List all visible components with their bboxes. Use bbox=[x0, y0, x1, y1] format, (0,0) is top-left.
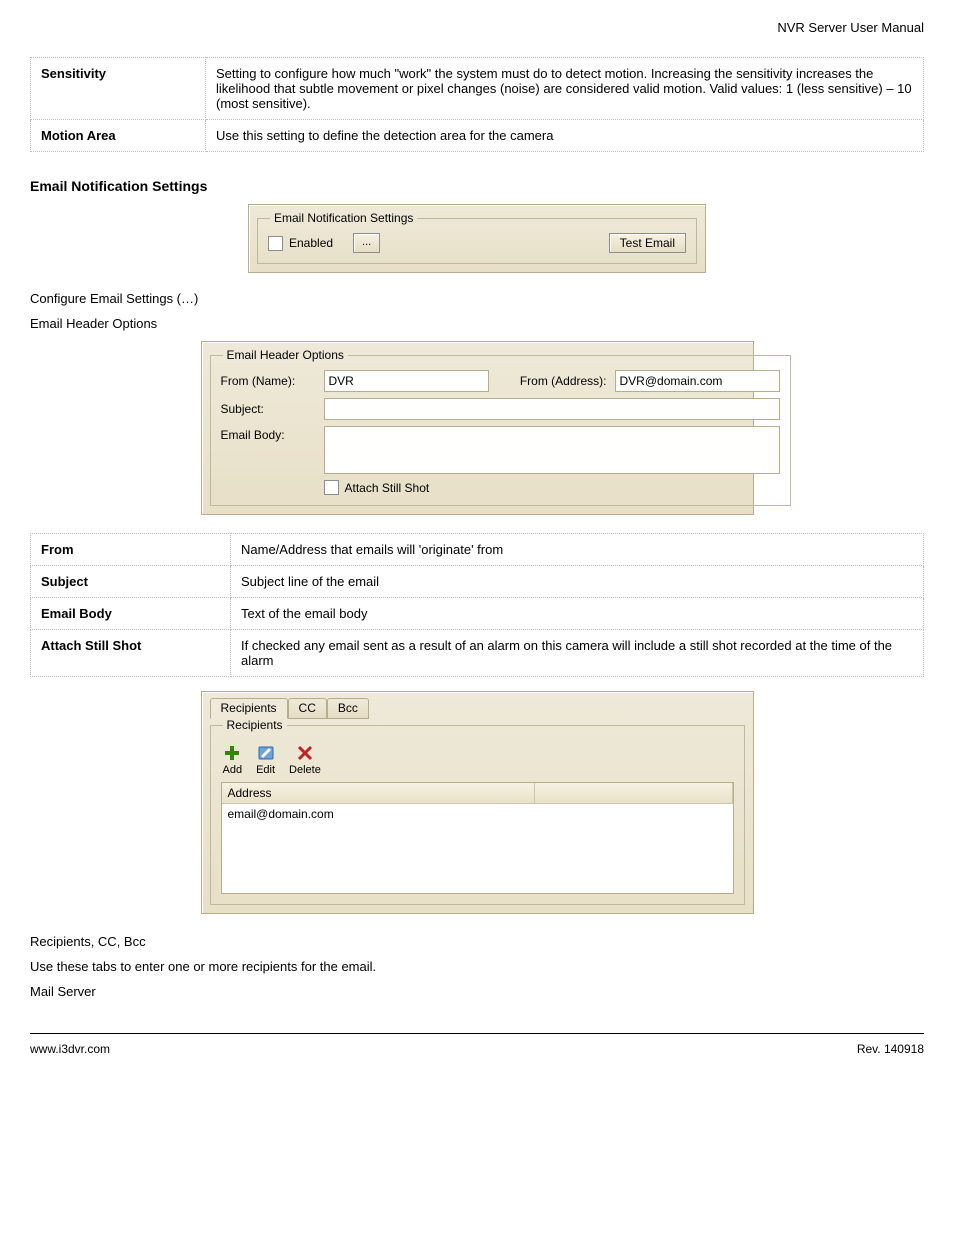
row-desc: Text of the email body bbox=[231, 598, 924, 630]
table-row: Sensitivity Setting to configure how muc… bbox=[31, 58, 924, 120]
from-address-input[interactable] bbox=[615, 370, 780, 392]
recipients-description: Use these tabs to enter one or more reci… bbox=[30, 959, 924, 974]
footer-left: www.i3dvr.com bbox=[30, 1042, 110, 1056]
row-label: Sensitivity bbox=[31, 58, 206, 120]
table-row: Motion Area Use this setting to define t… bbox=[31, 120, 924, 152]
settings-table-1: Sensitivity Setting to configure how muc… bbox=[30, 57, 924, 152]
from-name-label: From (Name): bbox=[221, 374, 316, 388]
fieldset-legend: Email Notification Settings bbox=[270, 211, 417, 225]
page-footer: www.i3dvr.com Rev. 140918 bbox=[30, 1042, 924, 1056]
configure-email-button[interactable]: ... bbox=[353, 233, 380, 253]
page-rule bbox=[30, 1033, 924, 1034]
from-address-label: From (Address): bbox=[497, 374, 607, 388]
row-label: Email Body bbox=[31, 598, 231, 630]
enabled-checkbox[interactable] bbox=[268, 236, 283, 251]
row-desc: Setting to configure how much "work" the… bbox=[206, 58, 924, 120]
table-row: From Name/Address that emails will 'orig… bbox=[31, 534, 924, 566]
recipients-list[interactable]: Address email@domain.com bbox=[221, 782, 734, 894]
row-desc: Name/Address that emails will 'originate… bbox=[231, 534, 924, 566]
recipients-panel: Recipients CC Bcc Recipients Add Edit bbox=[201, 691, 754, 914]
email-notify-panel: Email Notification Settings Enabled ... … bbox=[248, 204, 706, 273]
settings-table-2: From Name/Address that emails will 'orig… bbox=[30, 533, 924, 677]
row-desc: Use this setting to define the detection… bbox=[206, 120, 924, 152]
test-email-button[interactable]: Test Email bbox=[609, 233, 686, 253]
email-body-label: Email Body: bbox=[221, 426, 316, 442]
row-label: Motion Area bbox=[31, 120, 206, 152]
recipients-heading: Recipients, CC, Bcc bbox=[30, 934, 924, 949]
section-header-options: Email Header Options bbox=[30, 316, 924, 331]
attach-still-shot-checkbox[interactable] bbox=[324, 480, 339, 495]
plus-icon bbox=[223, 744, 241, 762]
subject-label: Subject: bbox=[221, 402, 316, 416]
table-row: Attach Still Shot If checked any email s… bbox=[31, 630, 924, 677]
subject-input[interactable] bbox=[324, 398, 780, 420]
delete-recipient-button[interactable]: Delete bbox=[289, 744, 321, 776]
section-configure-email: Configure Email Settings (…) bbox=[30, 291, 924, 306]
list-item[interactable]: email@domain.com bbox=[222, 804, 733, 824]
recipients-toolbar: Add Edit Delete bbox=[221, 740, 734, 782]
recipients-tabbar: Recipients CC Bcc bbox=[210, 698, 745, 719]
mail-server-heading: Mail Server bbox=[30, 984, 924, 999]
row-label: Subject bbox=[31, 566, 231, 598]
column-address: Address bbox=[222, 783, 535, 803]
row-label: Attach Still Shot bbox=[31, 630, 231, 677]
row-label: From bbox=[31, 534, 231, 566]
table-row: Email Body Text of the email body bbox=[31, 598, 924, 630]
tab-cc[interactable]: CC bbox=[288, 698, 327, 719]
email-header-panel: Email Header Options From (Name): From (… bbox=[201, 341, 754, 515]
edit-recipient-button[interactable]: Edit bbox=[256, 744, 275, 776]
from-name-input[interactable] bbox=[324, 370, 489, 392]
delete-icon bbox=[296, 744, 314, 762]
footer-right: Rev. 140918 bbox=[857, 1042, 924, 1056]
enabled-label: Enabled bbox=[289, 236, 333, 250]
list-header: Address bbox=[222, 783, 733, 804]
table-row: Subject Subject line of the email bbox=[31, 566, 924, 598]
tab-bcc[interactable]: Bcc bbox=[327, 698, 369, 719]
add-recipient-button[interactable]: Add bbox=[223, 744, 243, 776]
section-email-notify: Email Notification Settings bbox=[30, 178, 924, 194]
row-desc: Subject line of the email bbox=[231, 566, 924, 598]
email-body-textarea[interactable] bbox=[324, 426, 780, 474]
edit-icon bbox=[257, 744, 275, 762]
document-title: NVR Server User Manual bbox=[30, 20, 924, 35]
tab-recipients[interactable]: Recipients bbox=[210, 698, 288, 719]
row-desc: If checked any email sent as a result of… bbox=[231, 630, 924, 677]
fieldset-legend: Email Header Options bbox=[223, 348, 348, 362]
fieldset-legend: Recipients bbox=[223, 718, 287, 732]
attach-still-shot-label: Attach Still Shot bbox=[345, 481, 430, 495]
